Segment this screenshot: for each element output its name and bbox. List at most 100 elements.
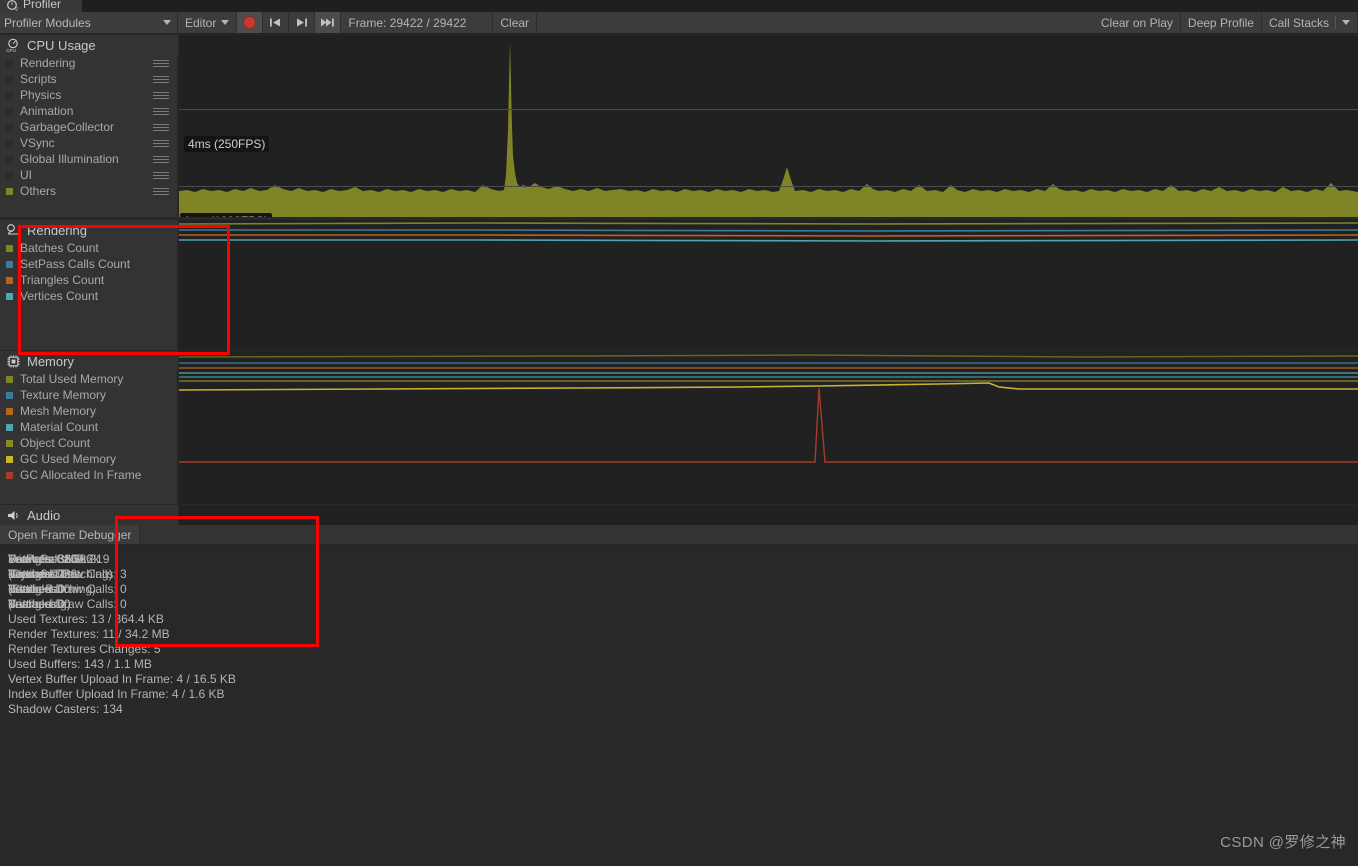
legend-item-texture-memory[interactable]: Texture Memory [0,387,177,403]
legend-item-setpass-calls-count[interactable]: SetPass Calls Count [0,256,177,272]
legend-item-vertices-count[interactable]: Vertices Count [0,288,177,304]
previous-frame-button[interactable] [263,12,290,33]
audio-header[interactable]: Audio [0,505,178,525]
stat-vertices: Vertices: 68.5k [8,552,87,566]
stat-used-textures: Used Textures: 13 / 364.4 KB [8,612,164,626]
profiler-modules-label: Profiler Modules [4,15,91,30]
stats-row: SetPass Calls: 219 Draw Calls: 366 Batch… [8,552,1358,567]
legend-label: GC Allocated In Frame [20,468,142,482]
profiler-modules-dropdown[interactable]: Profiler Modules [0,12,178,33]
legend-label: SetPass Calls Count [20,257,131,271]
color-swatch [6,155,13,163]
cpu-usage-series-others [179,42,1358,217]
legend-item-gc-allocated-in-frame[interactable]: GC Allocated In Frame [0,467,177,483]
target-dropdown[interactable]: Editor [178,12,238,33]
legend-item-triangles-count[interactable]: Triangles Count [0,272,177,288]
legend-item-mesh-memory[interactable]: Mesh Memory [0,403,177,419]
gridline-4ms [179,109,1358,110]
color-swatch [6,91,13,99]
legend-label: Texture Memory [20,388,107,402]
color-swatch [6,391,13,399]
cpu-usage-chart[interactable]: 4ms (250FPS) 1ms (1000FPS) [179,35,1358,217]
drag-handle-icon[interactable] [153,139,169,147]
rendering-header[interactable]: Rendering [0,220,178,240]
legend-label: Global Illumination [20,152,119,166]
color-swatch [6,439,13,447]
legend-item-total-used-memory[interactable]: Total Used Memory [0,371,177,387]
next-frame-button[interactable] [289,12,316,33]
legend-item-garbagecollector[interactable]: GarbageCollector [0,119,177,135]
open-frame-debugger-label: Open Frame Debugger [8,527,132,542]
legend-item-gc-used-memory[interactable]: GC Used Memory [0,451,177,467]
legend-item-material-count[interactable]: Material Count [0,419,177,435]
memory-title: Memory [27,353,74,369]
stat-index-buffer-upload: Index Buffer Upload In Frame: 4 / 1.6 KB [8,687,225,701]
open-frame-debugger-button[interactable]: Open Frame Debugger [0,525,141,544]
audio-chart[interactable] [179,505,1358,525]
drag-handle-icon[interactable] [153,107,169,115]
color-swatch [6,260,13,268]
color-swatch [6,455,13,463]
legend-label: Object Count [20,436,91,450]
watermark: CSDN @罗修之神 [1220,834,1346,851]
cpu-usage-header[interactable]: CPU CPU Usage [0,35,178,55]
profiler-toolbar: Profiler Modules Editor Frame: 29422 / 2… [0,12,1358,34]
memory-header[interactable]: Memory [0,351,178,371]
toolbar-spacer [537,12,1094,33]
memory-icon [6,354,21,369]
legend-item-object-count[interactable]: Object Count [0,435,177,451]
frame-debugger-bar: Open Frame Debugger [0,525,1358,545]
color-swatch [6,375,13,383]
stats-row: (Dynamic Batching) Batched Draw Calls: 3… [8,567,1358,582]
window-tabbar: Q Profiler [0,0,1358,14]
legend-item-global-illumination[interactable]: Global Illumination [0,151,177,167]
stats-grid: SetPass Calls: 219 Draw Calls: 366 Batch… [0,546,1358,717]
legend-item-ui[interactable]: UI [0,167,177,183]
clear-button[interactable]: Clear [493,12,538,33]
color-swatch [6,423,13,431]
cpu-icon: CPU [6,38,21,53]
legend-label: Batches Count [20,241,99,255]
memory-panel: Memory Total Used Memory Texture Memory … [0,351,178,504]
legend-item-physics[interactable]: Physics [0,87,177,103]
call-stacks-dropdown[interactable]: Call Stacks [1261,12,1358,33]
memory-chart[interactable] [179,351,1358,504]
gridline-1ms [179,186,1358,187]
cpu-usage-panel: CPU CPU Usage Rendering Scripts Physics … [0,35,178,217]
drag-handle-icon[interactable] [153,123,169,131]
color-swatch [6,292,13,300]
rendering-stats-panel: SetPass Calls: 219 Draw Calls: 366 Batch… [0,546,1358,726]
svg-text:CPU: CPU [6,48,16,53]
color-swatch [6,75,13,83]
record-button[interactable] [237,12,264,33]
drag-handle-icon[interactable] [153,155,169,163]
audio-title: Audio [27,507,61,523]
color-swatch [6,187,13,195]
legend-item-rendering[interactable]: Rendering [0,55,177,71]
legend-item-animation[interactable]: Animation [0,103,177,119]
stat-vertices: Vertices: 0 [8,597,65,611]
legend-item-scripts[interactable]: Scripts [0,71,177,87]
drag-handle-icon[interactable] [153,187,169,195]
deep-profile-toggle[interactable]: Deep Profile [1180,12,1262,33]
drag-handle-icon[interactable] [153,75,169,83]
stats-row: (Static Batching) Batched Draw Calls: 0 … [8,582,1358,597]
legend-item-batches-count[interactable]: Batches Count [0,240,177,256]
legend-item-vsync[interactable]: VSync [0,135,177,151]
chevron-down-icon [1342,20,1350,25]
module-cpu-usage: CPU CPU Usage Rendering Scripts Physics … [0,35,1358,217]
drag-handle-icon[interactable] [153,171,169,179]
legend-label: Others [20,184,57,198]
drag-handle-icon[interactable] [153,59,169,67]
clear-on-play-label: Clear on Play [1100,15,1173,30]
clear-on-play-toggle[interactable]: Clear on Play [1093,12,1181,33]
clear-label: Clear [500,15,530,30]
legend-item-others[interactable]: Others [0,183,177,199]
color-swatch [6,107,13,115]
color-swatch [6,171,13,179]
drag-handle-icon[interactable] [153,91,169,99]
last-frame-button[interactable] [315,12,342,33]
color-swatch [6,139,13,147]
color-swatch [6,407,13,415]
rendering-chart[interactable] [179,220,1358,350]
